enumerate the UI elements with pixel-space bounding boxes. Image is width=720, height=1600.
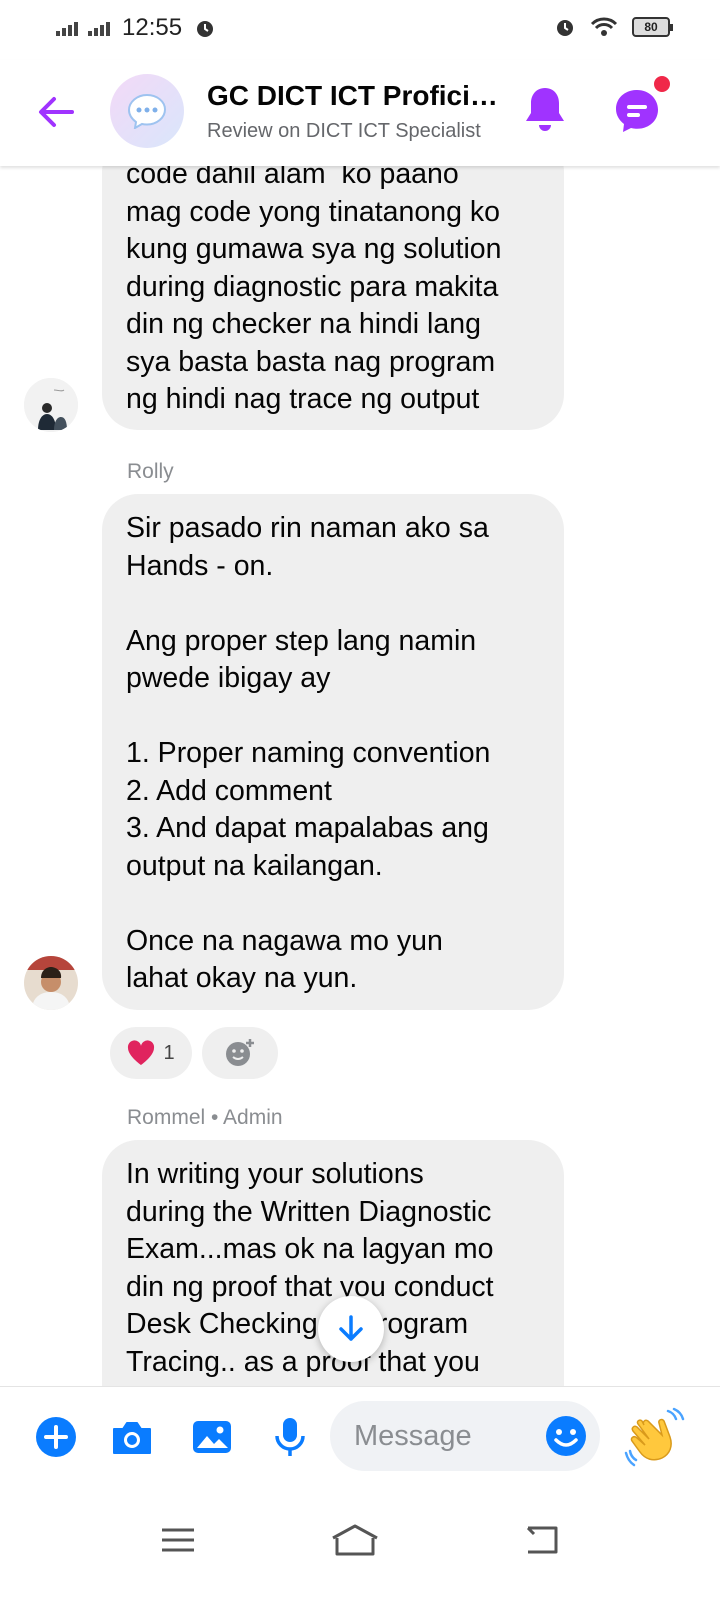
add-reaction-icon	[226, 1039, 254, 1066]
camera-icon[interactable]	[110, 1415, 154, 1459]
home-icon[interactable]	[330, 1520, 380, 1560]
heart-icon	[128, 1040, 155, 1065]
back-icon[interactable]	[520, 1520, 564, 1560]
status-bar: 12:55 80	[0, 0, 720, 60]
notification-dot	[652, 74, 672, 94]
sender-name: Rommel • Admin	[127, 1106, 283, 1129]
signal-icon	[88, 20, 110, 36]
back-arrow-icon[interactable]	[32, 88, 80, 136]
message-thread[interactable]: code dahil alam ko paano mag code yong t…	[0, 166, 720, 1386]
wifi-icon	[590, 17, 618, 36]
conversation-title[interactable]: GC DICT ICT Proficiency	[207, 80, 507, 112]
message-composer	[0, 1386, 720, 1486]
wave-hand-icon[interactable]	[624, 1405, 688, 1469]
gallery-icon[interactable]	[190, 1415, 234, 1459]
scroll-to-bottom-button[interactable]	[318, 1296, 384, 1362]
avatar[interactable]	[24, 378, 78, 432]
reaction-count: 1	[163, 1041, 175, 1064]
conversation-subtitle[interactable]: Review on DICT ICT Specialist	[207, 120, 497, 143]
add-reaction-button[interactable]	[202, 1027, 278, 1079]
conversation-header: GC DICT ICT Proficiency Review on DICT I…	[0, 60, 720, 166]
plus-icon[interactable]	[34, 1415, 78, 1459]
system-navigation-bar	[0, 1486, 720, 1600]
threads-icon[interactable]	[612, 86, 662, 136]
alarm-icon	[197, 21, 214, 37]
clock: 12:55	[122, 14, 183, 41]
reaction-pill[interactable]: 1	[110, 1027, 192, 1079]
battery-icon: 80	[632, 17, 673, 37]
emoji-icon[interactable]	[544, 1414, 588, 1458]
bell-icon[interactable]	[520, 84, 570, 138]
menu-icon[interactable]	[156, 1520, 200, 1560]
chat-bubble-icon	[127, 93, 167, 129]
group-avatar[interactable]	[110, 74, 184, 148]
message-bubble[interactable]: code dahil alam ko paano mag code yong t…	[102, 166, 564, 430]
alarm-icon	[557, 20, 573, 36]
arrow-down-icon	[339, 1315, 363, 1341]
avatar[interactable]	[24, 956, 78, 1010]
microphone-icon[interactable]	[268, 1415, 312, 1459]
message-bubble[interactable]: Sir pasado rin naman ako sa Hands - on. …	[102, 494, 564, 1010]
signal-icon	[56, 20, 78, 36]
sender-name: Rolly	[127, 460, 174, 483]
